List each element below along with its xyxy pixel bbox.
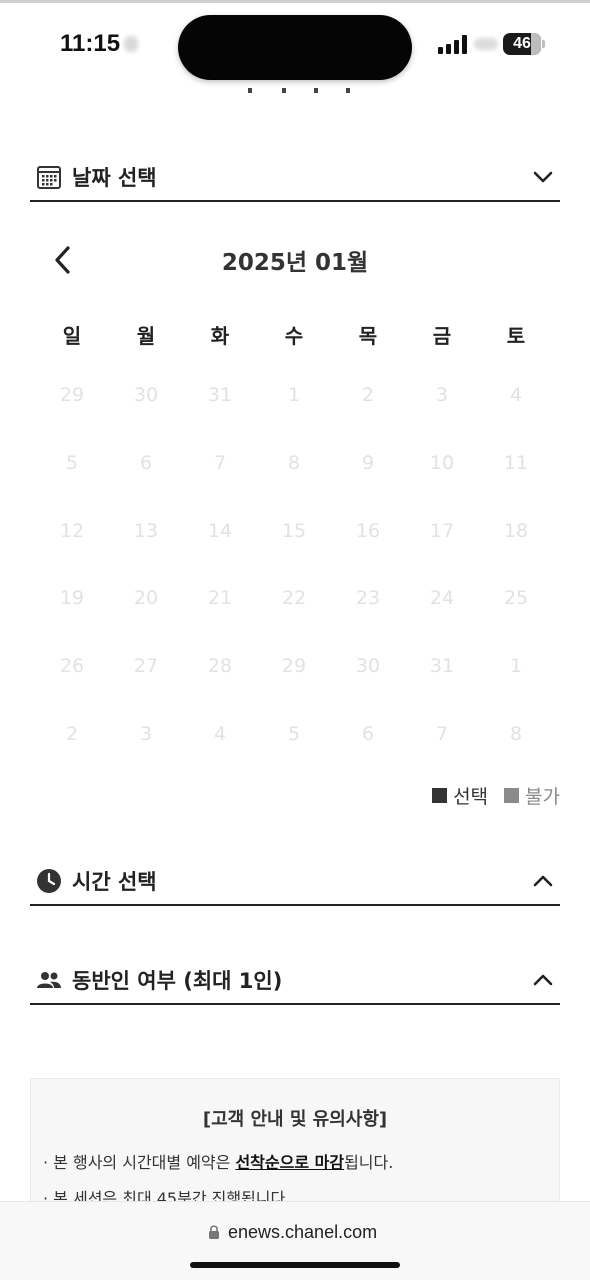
calendar-day[interactable]: 31 (183, 384, 257, 406)
calendar-day[interactable]: 31 (405, 655, 479, 677)
date-section-title: 날짜 선택 (72, 166, 157, 190)
calendar-day[interactable]: 17 (405, 520, 479, 542)
calendar-day[interactable]: 4 (183, 723, 257, 745)
calendar-day[interactable]: 30 (331, 655, 405, 677)
calendar-day[interactable]: 3 (109, 723, 183, 745)
status-blurred-indicator (124, 36, 138, 52)
people-icon (37, 972, 61, 988)
calendar-day[interactable]: 7 (183, 452, 257, 474)
notice-line-1: · 본 행사의 시간대별 예약은 선착순으로 마감됩니다. (43, 1149, 393, 1173)
lock-icon (209, 1225, 219, 1239)
calendar-month-title: 2025년 01월 (221, 250, 369, 276)
weekday-label: 일 (62, 324, 82, 348)
calendar-day[interactable]: 16 (331, 520, 405, 542)
calendar-day[interactable]: 29 (257, 655, 331, 677)
weekday-label: 금 (432, 324, 452, 348)
time-section-header[interactable]: 시간 선택 (30, 862, 560, 906)
scrolled-content-peek (246, 88, 356, 94)
weekday-label: 수 (284, 324, 304, 348)
calendar-day[interactable]: 19 (35, 587, 109, 609)
calendar-icon (37, 166, 61, 189)
dynamic-island (178, 15, 412, 80)
calendar-day[interactable]: 8 (479, 723, 553, 745)
calendar-day[interactable]: 7 (405, 723, 479, 745)
calendar-day[interactable]: 21 (183, 587, 257, 609)
calendar-day[interactable]: 23 (331, 587, 405, 609)
calendar-day[interactable]: 6 (331, 723, 405, 745)
date-section-header[interactable]: 날짜 선택 (30, 158, 560, 202)
url-text[interactable]: enews.chanel.com (228, 1222, 377, 1243)
weekday-label: 토 (506, 324, 526, 348)
calendar-day[interactable]: 5 (35, 452, 109, 474)
calendar-day[interactable]: 14 (183, 520, 257, 542)
legend-unavailable-swatch (504, 787, 520, 803)
status-blurred-network (474, 38, 498, 50)
status-bar: 11:15 46 (0, 0, 590, 90)
legend-selected-label: 선택 (453, 785, 489, 808)
calendar-day[interactable]: 29 (35, 384, 109, 406)
weekday-label: 화 (210, 324, 230, 348)
legend-selected-swatch (432, 787, 448, 803)
calendar-legend: 선택 불가 (432, 782, 560, 808)
notice-title: [고객 안내 및 유의사항] (202, 1109, 388, 1130)
companion-section-title: 동반인 여부 (최대 1인) (72, 969, 283, 993)
time-section-title: 시간 선택 (72, 870, 157, 894)
legend-unavailable-label: 불가 (525, 785, 560, 808)
calendar-day[interactable]: 10 (405, 452, 479, 474)
chevron-up-icon[interactable] (532, 870, 554, 892)
chevron-down-icon[interactable] (532, 166, 554, 188)
calendar-day[interactable]: 1 (479, 655, 553, 677)
clock-icon (37, 869, 61, 893)
calendar-day[interactable]: 28 (183, 655, 257, 677)
calendar-day[interactable]: 30 (109, 384, 183, 406)
status-time: 11:15 (60, 30, 121, 57)
battery-level: 46 (513, 35, 531, 52)
weekday-label: 월 (136, 324, 156, 348)
calendar-day[interactable]: 2 (331, 384, 405, 406)
calendar-day[interactable]: 27 (109, 655, 183, 677)
signal-icon (438, 34, 468, 54)
calendar-day[interactable]: 6 (109, 452, 183, 474)
weekday-label: 목 (358, 324, 378, 348)
calendar-day[interactable]: 11 (479, 452, 553, 474)
companion-section-header[interactable]: 동반인 여부 (최대 1인) (30, 961, 560, 1005)
calendar-day[interactable]: 2 (35, 723, 109, 745)
calendar-day[interactable]: 22 (257, 587, 331, 609)
calendar-day[interactable]: 4 (479, 384, 553, 406)
calendar-day[interactable]: 8 (257, 452, 331, 474)
calendar-day[interactable]: 12 (35, 520, 109, 542)
notice-line-1-prefix: · 본 행사의 시간대별 예약은 (43, 1153, 236, 1172)
notice-line-1-suffix: 됩니다. (344, 1153, 394, 1172)
calendar-day[interactable]: 15 (257, 520, 331, 542)
chevron-up-icon[interactable] (532, 969, 554, 991)
notice-box: [고객 안내 및 유의사항] · 본 행사의 시간대별 예약은 선착순으로 마감… (30, 1078, 560, 1218)
calendar-day[interactable]: 20 (109, 587, 183, 609)
calendar-day[interactable]: 1 (257, 384, 331, 406)
calendar-day[interactable]: 25 (479, 587, 553, 609)
home-indicator[interactable] (190, 1262, 400, 1268)
calendar-day[interactable]: 3 (405, 384, 479, 406)
status-bar-edge (0, 0, 590, 3)
calendar-day[interactable]: 9 (331, 452, 405, 474)
battery-icon: 46 (503, 33, 541, 55)
calendar-day[interactable]: 5 (257, 723, 331, 745)
calendar-day[interactable]: 13 (109, 520, 183, 542)
battery-tip (542, 40, 545, 48)
calendar-day[interactable]: 26 (35, 655, 109, 677)
notice-line-1-emphasis: 선착순으로 마감 (235, 1153, 345, 1172)
calendar-day[interactable]: 18 (479, 520, 553, 542)
browser-url-bar[interactable]: enews.chanel.com (0, 1201, 590, 1280)
calendar-day[interactable]: 24 (405, 587, 479, 609)
